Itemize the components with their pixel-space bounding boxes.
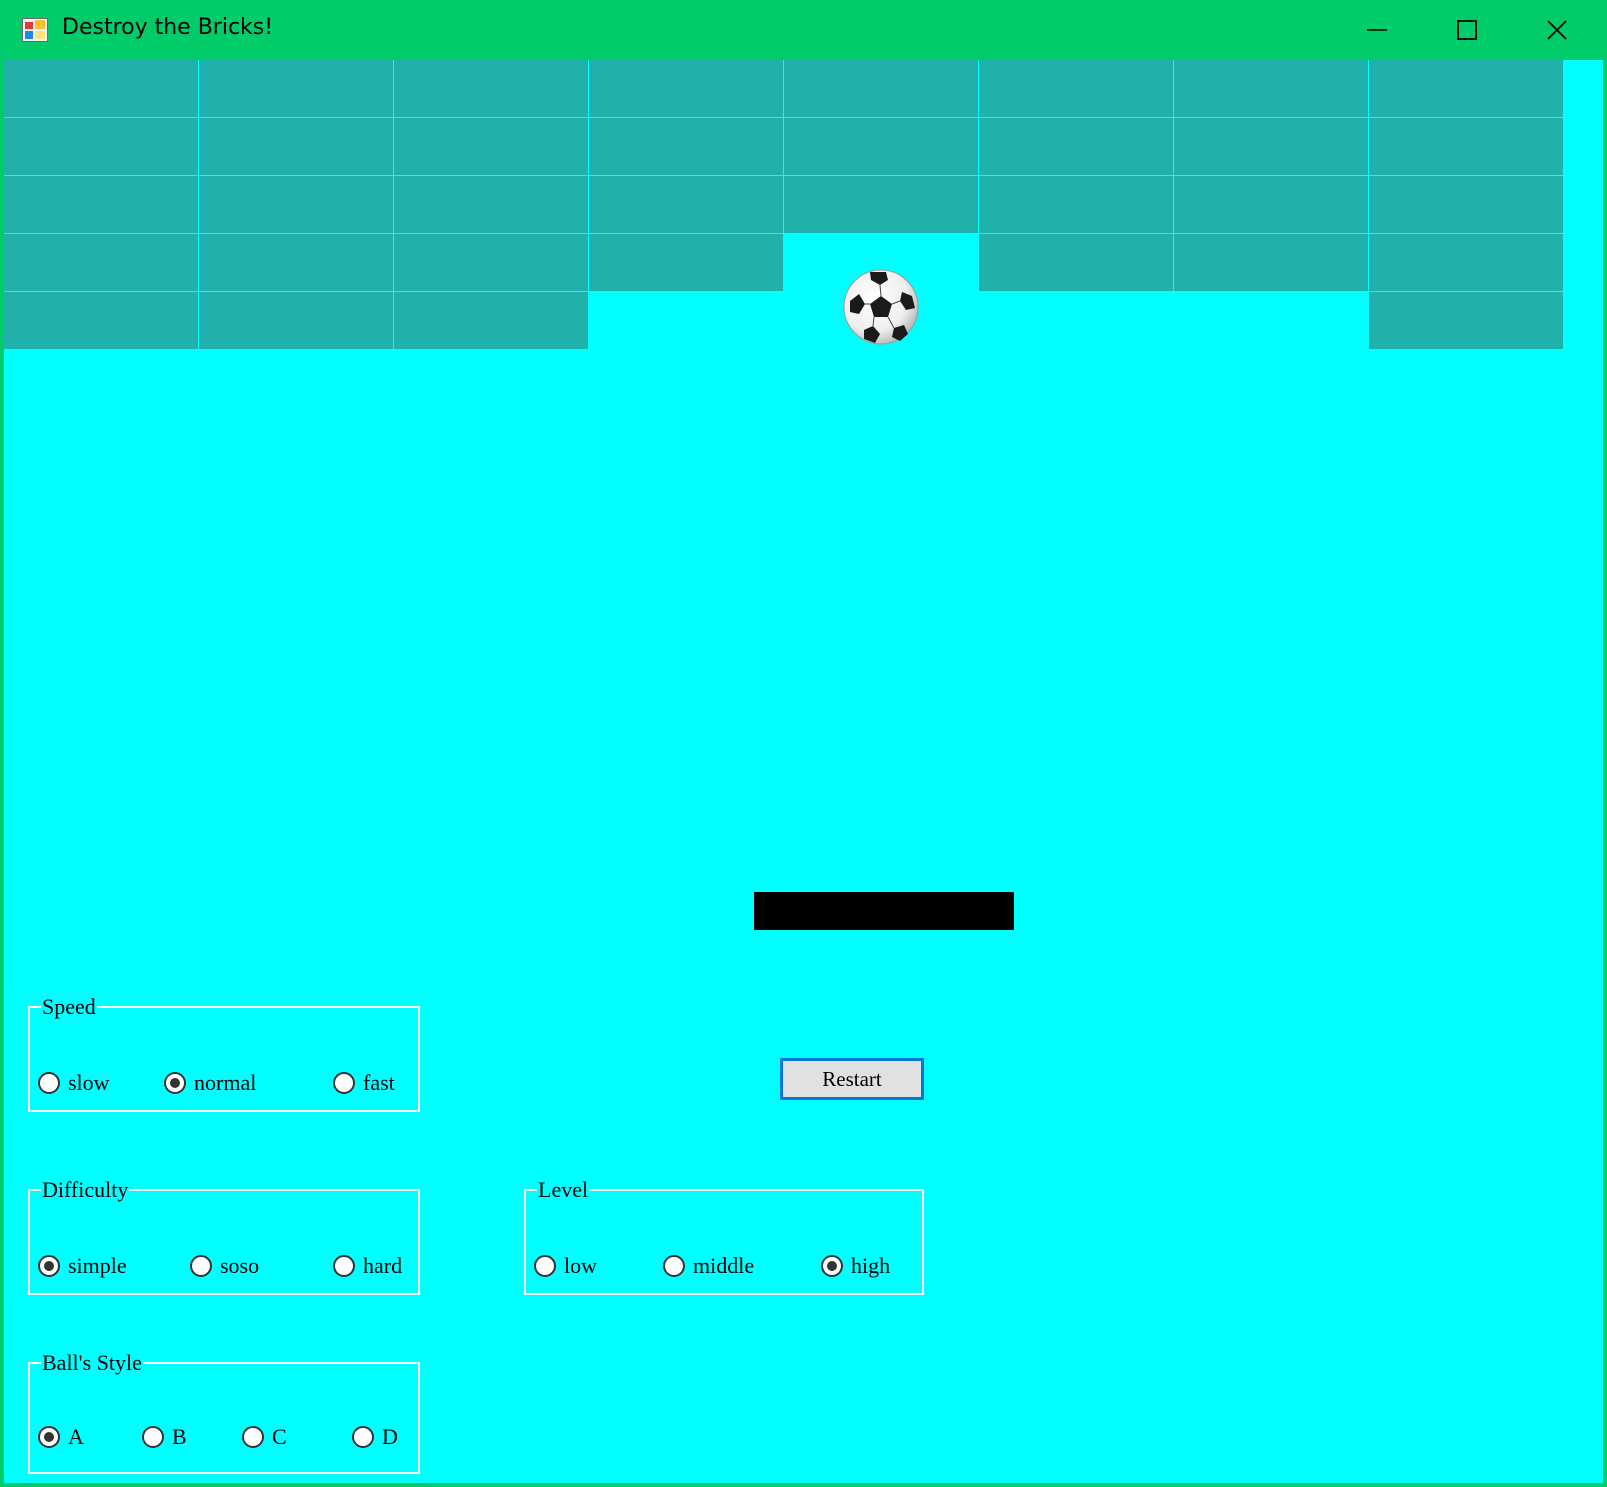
difficulty-option-simple[interactable]: simple bbox=[38, 1253, 127, 1279]
ball-style-c-label: C bbox=[272, 1424, 287, 1449]
speed-group-legend: Speed bbox=[42, 994, 96, 1019]
brick bbox=[589, 60, 784, 118]
brick bbox=[589, 118, 784, 176]
ball-style-option-d[interactable]: D bbox=[352, 1424, 398, 1450]
brick bbox=[4, 176, 199, 234]
close-icon bbox=[1547, 20, 1567, 40]
level-option-low[interactable]: low bbox=[534, 1253, 597, 1279]
brick bbox=[199, 60, 394, 118]
brick bbox=[589, 176, 784, 234]
speed-fast-radio[interactable] bbox=[333, 1072, 355, 1094]
brick bbox=[1369, 234, 1564, 292]
minimize-button[interactable] bbox=[1332, 0, 1422, 60]
level-group-legend: Level bbox=[538, 1177, 589, 1202]
difficulty-simple-label: simple bbox=[68, 1253, 127, 1278]
difficulty-hard-label: hard bbox=[363, 1253, 403, 1278]
speed-option-fast[interactable]: fast bbox=[333, 1070, 395, 1096]
difficulty-option-soso[interactable]: soso bbox=[190, 1253, 259, 1279]
speed-normal-label: normal bbox=[194, 1070, 257, 1095]
level-option-high[interactable]: high bbox=[821, 1253, 890, 1279]
brick bbox=[979, 60, 1174, 118]
brick bbox=[1174, 176, 1369, 234]
restart-button[interactable]: Restart bbox=[780, 1058, 924, 1100]
ball-style-d-radio[interactable] bbox=[352, 1426, 374, 1448]
ball-style-option-a[interactable]: A bbox=[38, 1424, 84, 1450]
brick bbox=[979, 118, 1174, 176]
level-middle-label: middle bbox=[693, 1253, 755, 1278]
brick bbox=[784, 118, 979, 176]
brick bbox=[4, 292, 199, 350]
ball-style-b-label: B bbox=[172, 1424, 187, 1449]
window-title: Destroy the Bricks! bbox=[62, 15, 274, 40]
level-low-label: low bbox=[564, 1253, 597, 1278]
brick bbox=[199, 176, 394, 234]
brick bbox=[784, 60, 979, 118]
title-bar[interactable]: Destroy the Bricks! bbox=[0, 0, 1607, 60]
brick bbox=[4, 60, 199, 118]
brick bbox=[1369, 292, 1564, 350]
speed-option-normal[interactable]: normal bbox=[164, 1070, 256, 1096]
game-window: Destroy the Bricks! Restart Speed slow n… bbox=[0, 0, 1607, 1487]
level-option-middle[interactable]: middle bbox=[663, 1253, 754, 1279]
brick bbox=[1369, 60, 1564, 118]
difficulty-simple-radio[interactable] bbox=[38, 1255, 60, 1277]
brick bbox=[4, 118, 199, 176]
brick bbox=[394, 118, 589, 176]
level-high-label: high bbox=[851, 1253, 891, 1278]
close-button[interactable] bbox=[1512, 0, 1602, 60]
speed-fast-label: fast bbox=[363, 1070, 395, 1095]
ball-style-group-legend: Ball's Style bbox=[42, 1350, 142, 1375]
level-high-radio[interactable] bbox=[821, 1255, 843, 1277]
brick bbox=[1174, 118, 1369, 176]
brick bbox=[1174, 234, 1369, 292]
difficulty-group: Difficulty simple soso hard bbox=[28, 1179, 420, 1295]
speed-group: Speed slow normal fast bbox=[28, 996, 420, 1112]
game-area[interactable]: Restart Speed slow normal fast Difficult… bbox=[4, 60, 1603, 1483]
brick bbox=[1174, 60, 1369, 118]
difficulty-soso-radio[interactable] bbox=[190, 1255, 212, 1277]
brick bbox=[394, 60, 589, 118]
speed-slow-radio[interactable] bbox=[38, 1072, 60, 1094]
difficulty-hard-radio[interactable] bbox=[333, 1255, 355, 1277]
ball-style-option-c[interactable]: C bbox=[242, 1424, 287, 1450]
brick bbox=[199, 234, 394, 292]
brick bbox=[394, 292, 589, 350]
speed-option-slow[interactable]: slow bbox=[38, 1070, 110, 1096]
difficulty-option-hard[interactable]: hard bbox=[333, 1253, 402, 1279]
ball-style-a-radio[interactable] bbox=[38, 1426, 60, 1448]
maximize-button[interactable] bbox=[1422, 0, 1512, 60]
difficulty-group-legend: Difficulty bbox=[42, 1177, 129, 1202]
minimize-icon bbox=[1367, 29, 1387, 31]
brick bbox=[1369, 176, 1564, 234]
level-low-radio[interactable] bbox=[534, 1255, 556, 1277]
paddle[interactable] bbox=[754, 892, 1014, 930]
brick bbox=[394, 176, 589, 234]
difficulty-soso-label: soso bbox=[220, 1253, 260, 1278]
app-window-icon bbox=[22, 18, 48, 42]
speed-slow-label: slow bbox=[68, 1070, 110, 1095]
brick bbox=[4, 234, 199, 292]
brick bbox=[1369, 118, 1564, 176]
brick bbox=[979, 234, 1174, 292]
brick bbox=[199, 118, 394, 176]
ball-style-b-radio[interactable] bbox=[142, 1426, 164, 1448]
maximize-icon bbox=[1457, 20, 1477, 40]
ball-style-c-radio[interactable] bbox=[242, 1426, 264, 1448]
ball-style-option-b[interactable]: B bbox=[142, 1424, 187, 1450]
ball-style-group: Ball's Style A B C D bbox=[28, 1352, 420, 1474]
level-middle-radio[interactable] bbox=[663, 1255, 685, 1277]
speed-normal-radio[interactable] bbox=[164, 1072, 186, 1094]
soccer-ball-icon bbox=[843, 269, 919, 345]
ball-style-d-label: D bbox=[382, 1424, 398, 1449]
ball-style-a-label: A bbox=[68, 1424, 84, 1449]
level-group: Level low middle high bbox=[524, 1179, 924, 1295]
brick bbox=[199, 292, 394, 350]
brick bbox=[394, 234, 589, 292]
brick bbox=[979, 176, 1174, 234]
ball bbox=[842, 268, 920, 346]
brick bbox=[589, 234, 784, 292]
brick bbox=[784, 176, 979, 234]
